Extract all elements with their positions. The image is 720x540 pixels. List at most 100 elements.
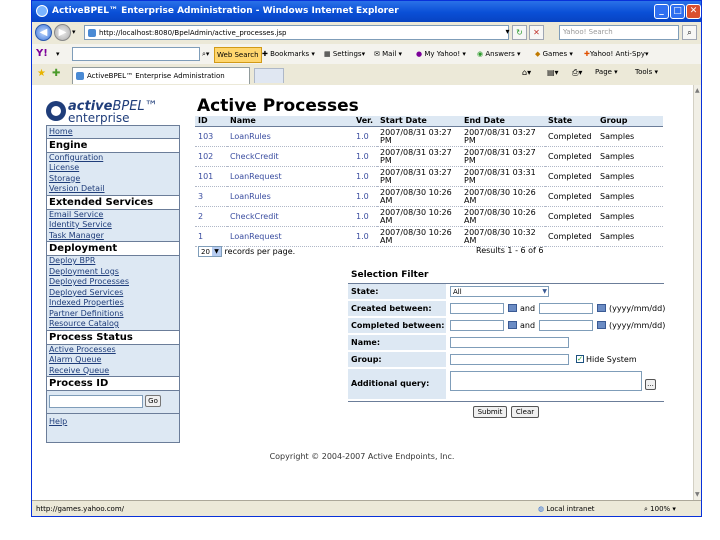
cell-id[interactable]: 1 bbox=[195, 226, 227, 247]
refresh-icon[interactable]: ↻ bbox=[512, 25, 527, 40]
url-field[interactable]: http://localhost:8080/BpelAdmin/active_p… bbox=[84, 25, 509, 40]
scroll-down-icon[interactable]: ▼ bbox=[695, 491, 700, 498]
calendar-icon[interactable] bbox=[508, 321, 517, 329]
cell-group: Samples bbox=[597, 186, 663, 207]
col-end-date[interactable]: End Date bbox=[461, 116, 545, 127]
new-tab-button[interactable] bbox=[254, 68, 284, 83]
anti-spy-button[interactable]: ✚Yahoo! Anti-Spy▾ bbox=[584, 44, 649, 64]
toolbar-dropdown-icon[interactable]: ▾ bbox=[56, 44, 60, 64]
state-select[interactable]: All ▼ bbox=[450, 286, 549, 297]
feeds-icon[interactable]: ▤▾ bbox=[547, 68, 559, 77]
cell-name[interactable]: CheckCredit bbox=[227, 146, 353, 167]
processes-table: ID Name Ver. Start Date End Date State G… bbox=[195, 116, 663, 247]
sidebar-item-help[interactable]: Help bbox=[47, 413, 179, 428]
cell-name[interactable]: LoanRequest bbox=[227, 226, 353, 247]
stop-icon[interactable]: ✕ bbox=[529, 25, 544, 40]
sidebar-item-deployed-processes[interactable]: Deployed Processes bbox=[47, 277, 179, 288]
cell-id[interactable]: 103 bbox=[195, 126, 227, 147]
sidebar-item-active-processes[interactable]: Active Processes bbox=[47, 345, 179, 356]
sidebar-item-receive-queue[interactable]: Receive Queue bbox=[47, 366, 179, 377]
sidebar-item-alarm-queue[interactable]: Alarm Queue bbox=[47, 355, 179, 366]
sidebar-item-resource-catalog[interactable]: Resource Catalog bbox=[47, 319, 179, 330]
calendar-icon[interactable] bbox=[597, 304, 606, 312]
cell-id[interactable]: 101 bbox=[195, 166, 227, 187]
forward-button[interactable]: ▶ bbox=[54, 24, 71, 41]
completed-from-input[interactable] bbox=[450, 320, 504, 331]
created-to-input[interactable] bbox=[539, 303, 593, 314]
sidebar-item-identity-service[interactable]: Identity Service bbox=[47, 220, 179, 231]
sidebar-item-license[interactable]: License bbox=[47, 163, 179, 174]
minimize-button[interactable]: _ bbox=[654, 4, 669, 19]
additional-query-more-button[interactable]: ... bbox=[645, 379, 656, 390]
sidebar-item-configuration[interactable]: Configuration bbox=[47, 153, 179, 164]
copyright: Copyright © 2004-2007 Active Endpoints, … bbox=[269, 452, 455, 461]
name-input[interactable] bbox=[450, 337, 569, 348]
vertical-scrollbar[interactable]: ▲ ▼ bbox=[693, 85, 701, 500]
col-state[interactable]: State bbox=[545, 116, 597, 127]
sidebar-item-home[interactable]: Home bbox=[47, 127, 179, 138]
games-button[interactable]: ◆ Games ▾ bbox=[535, 44, 573, 64]
home-icon[interactable]: ⌂▾ bbox=[522, 68, 531, 77]
cell-name[interactable]: LoanRequest bbox=[227, 166, 353, 187]
col-start-date[interactable]: Start Date bbox=[377, 116, 461, 127]
process-id-input[interactable] bbox=[49, 395, 143, 408]
cell-id[interactable]: 2 bbox=[195, 206, 227, 227]
mail-button[interactable]: ✉ Mail ▾ bbox=[374, 44, 402, 64]
page-menu[interactable]: Page ▾ bbox=[595, 68, 618, 76]
zoom-control[interactable]: ⌕ 100% ▾ bbox=[644, 501, 676, 516]
calendar-icon[interactable] bbox=[597, 321, 606, 329]
add-favorite-icon[interactable]: ✚ bbox=[52, 68, 60, 79]
filter-title: Selection Filter bbox=[348, 268, 664, 284]
col-ver[interactable]: Ver. bbox=[353, 116, 377, 127]
scroll-up-icon[interactable]: ▲ bbox=[695, 87, 700, 94]
sidebar-item-deployed-services[interactable]: Deployed Services bbox=[47, 288, 179, 299]
clear-button[interactable]: Clear bbox=[511, 406, 539, 418]
sidebar-item-version-detail[interactable]: Version Detail bbox=[47, 184, 179, 195]
search-input[interactable]: Yahoo! Search bbox=[559, 25, 679, 40]
submit-button[interactable]: Submit bbox=[473, 406, 507, 418]
sidebar-item-partner-definitions[interactable]: Partner Definitions bbox=[47, 309, 179, 320]
bookmarks-button[interactable]: ✚ Bookmarks ▾ bbox=[262, 44, 315, 64]
col-id[interactable]: ID bbox=[195, 116, 227, 127]
answers-button[interactable]: ◉ Answers ▾ bbox=[477, 44, 521, 64]
col-group[interactable]: Group bbox=[597, 116, 663, 127]
tools-menu[interactable]: Tools ▾ bbox=[635, 68, 658, 76]
tab-active[interactable]: ActiveBPEL™ Enterprise Administration bbox=[72, 67, 250, 84]
cell-name[interactable]: LoanRules bbox=[227, 126, 353, 147]
maximize-button[interactable]: □ bbox=[670, 4, 685, 19]
sidebar-item-indexed-properties[interactable]: Indexed Properties bbox=[47, 298, 179, 309]
sidebar-item-storage[interactable]: Storage bbox=[47, 174, 179, 185]
section-process-status: Process Status bbox=[47, 329, 179, 345]
sidebar-item-task-manager[interactable]: Task Manager bbox=[47, 231, 179, 242]
cell-id[interactable]: 102 bbox=[195, 146, 227, 167]
sidebar-item-deployment-logs[interactable]: Deployment Logs bbox=[47, 267, 179, 278]
calendar-icon[interactable] bbox=[508, 304, 517, 312]
back-button[interactable]: ◀ bbox=[35, 24, 52, 41]
yahoo-logo[interactable]: Y! bbox=[36, 44, 48, 64]
completed-to-input[interactable] bbox=[539, 320, 593, 331]
sidebar-item-deploy-bpr[interactable]: Deploy BPR bbox=[47, 256, 179, 267]
col-name[interactable]: Name bbox=[227, 116, 353, 127]
print-icon[interactable]: ⎙▾ bbox=[572, 68, 582, 78]
group-input[interactable] bbox=[450, 354, 569, 365]
additional-query-input[interactable] bbox=[450, 371, 642, 391]
yahoo-search-input[interactable] bbox=[72, 47, 200, 61]
cell-start: 2007/08/31 03:27 PM bbox=[377, 126, 461, 147]
records-per-page-value: 20 bbox=[201, 248, 210, 256]
web-search-button[interactable]: Web Search bbox=[214, 47, 262, 63]
cell-id[interactable]: 3 bbox=[195, 186, 227, 207]
history-dropdown-icon[interactable]: ▾ bbox=[72, 28, 76, 36]
process-id-go-button[interactable]: Go bbox=[145, 395, 161, 407]
tab-bar: ★ ✚ ActiveBPEL™ Enterprise Administratio… bbox=[32, 64, 701, 86]
my-yahoo-button[interactable]: ● My Yahoo! ▾ bbox=[416, 44, 466, 64]
settings-button[interactable]: ▦ Settings▾ bbox=[324, 44, 365, 64]
created-from-input[interactable] bbox=[450, 303, 504, 314]
cell-name[interactable]: LoanRules bbox=[227, 186, 353, 207]
close-button[interactable]: ✕ bbox=[686, 4, 701, 19]
favorites-star-icon[interactable]: ★ bbox=[37, 68, 46, 79]
hide-system-checkbox[interactable]: ✓ bbox=[576, 355, 584, 363]
sidebar-item-email-service[interactable]: Email Service bbox=[47, 210, 179, 221]
search-icon[interactable]: ⌕ bbox=[682, 25, 697, 40]
cell-name[interactable]: CheckCredit bbox=[227, 206, 353, 227]
records-per-page-select[interactable]: 20 ▼ bbox=[198, 246, 222, 257]
